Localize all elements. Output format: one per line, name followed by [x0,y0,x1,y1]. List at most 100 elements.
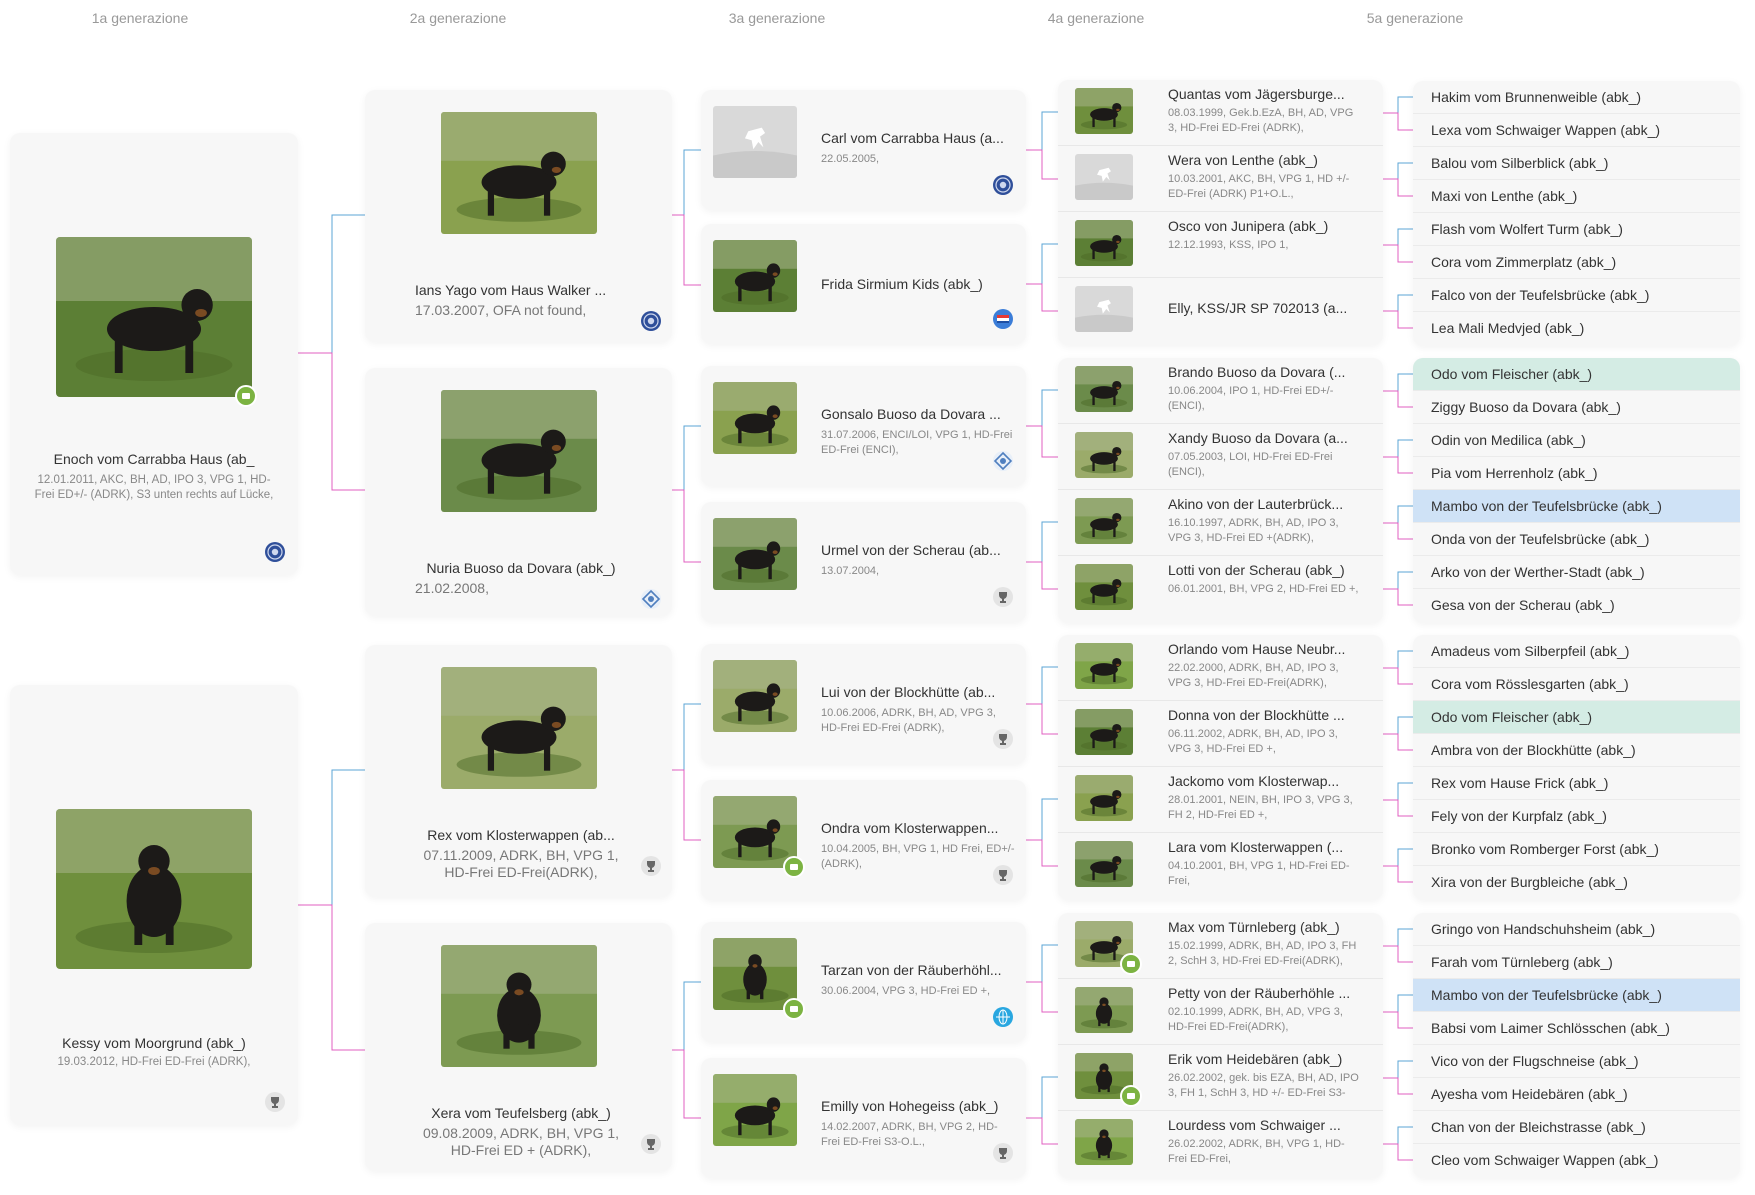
dog-row-gen4[interactable]: Erik vom Heidebären (abk_) 26.02.2002, ge… [1058,1045,1383,1111]
dog-photo[interactable] [1075,564,1133,610]
flag-icon[interactable] [992,308,1014,330]
dog-photo[interactable] [713,660,797,732]
dog-photo[interactable] [1075,775,1133,821]
dog-photo[interactable] [1075,643,1133,689]
dog-row-gen5[interactable]: Babsi vom Laimer Schlösschen (abk_) [1413,1012,1740,1045]
dog-row-gen5[interactable]: Lea Mali Medvjed (abk_) [1413,312,1740,345]
dog-row-gen5[interactable]: Vico von der Flugschneise (abk_) [1413,1045,1740,1078]
dog-photo[interactable] [713,382,797,454]
dog-row-gen5[interactable]: Lexa vom Schwaiger Wappen (abk_) [1413,114,1740,147]
dog-photo[interactable] [1075,286,1133,332]
dog-row-gen4[interactable]: Orlando vom Hause Neubr... 22.02.2000, AD… [1058,635,1383,701]
dog-photo[interactable] [1075,366,1133,412]
dog-row-gen4[interactable]: Elly, KSS/JR SP 702013 (a... [1058,278,1383,344]
dog-card-gen3[interactable]: Lui von der Blockhütte (ab... 10.06.2006,… [701,644,1026,764]
globe-icon[interactable] [992,1006,1014,1028]
dog-row-gen5[interactable]: Falco von der Teufelsbrücke (abk_) [1413,279,1740,312]
dog-photo[interactable] [713,796,797,868]
dog-photo[interactable] [713,1074,797,1146]
video-icon[interactable] [783,856,805,878]
dog-row-gen4[interactable]: Petty von der Räuberhöhle ... 02.10.1999,… [1058,979,1383,1045]
dog-row-gen4[interactable]: Jackomo vom Klosterwap... 28.01.2001, NEI… [1058,767,1383,833]
dog-photo[interactable] [1075,88,1133,134]
dog-photo[interactable] [56,809,252,969]
club-blue-icon[interactable] [992,174,1014,196]
dog-photo[interactable] [1075,498,1133,544]
dog-row-gen5[interactable]: Gringo von Handschuhsheim (abk_) [1413,913,1740,946]
trophy-icon[interactable] [640,855,662,877]
dog-row-gen4[interactable]: Quantas vom Jägersburge... 08.03.1999, Ge… [1058,80,1383,146]
dog-photo[interactable] [1075,220,1133,266]
dog-row-gen5[interactable]: Farah vom Türnleberg (abk_) [1413,946,1740,979]
dog-photo[interactable] [441,112,597,234]
dog-photo[interactable] [713,240,797,312]
dog-row-gen4[interactable]: Max vom Türnleberg (abk_) 15.02.1999, ADR… [1058,913,1383,979]
dog-photo[interactable] [713,106,797,178]
dog-row-gen5[interactable]: Cora vom Zimmerplatz (abk_) [1413,246,1740,279]
dog-card-gen3[interactable]: Ondra vom Klosterwappen... 10.04.2005, BH… [701,780,1026,900]
dog-photo[interactable] [713,518,797,590]
dog-card-gen3[interactable]: Gonsalo Buoso da Dovara ... 31.07.2006, E… [701,366,1026,486]
dog-photo[interactable] [56,237,252,397]
dog-row-gen5[interactable]: Ayesha vom Heidebären (abk_) [1413,1078,1740,1111]
dog-card-gen2[interactable]: Xera vom Teufelsberg (abk_) 09.08.2009, A… [365,923,672,1171]
video-icon[interactable] [1120,1085,1142,1107]
dog-row-gen5[interactable]: Ziggy Buoso da Dovara (abk_) [1413,391,1740,424]
dog-row-gen4[interactable]: Xandy Buoso da Dovara (a... 07.05.2003, L… [1058,424,1383,490]
dog-row-gen5[interactable]: Maxi von Lenthe (abk_) [1413,180,1740,213]
dog-photo[interactable] [1075,432,1133,478]
dog-row-gen5[interactable]: Odo vom Fleischer (abk_) [1413,358,1740,391]
dog-card-gen2[interactable]: Nuria Buoso da Dovara (abk_) 21.02.2008, [365,368,672,616]
dog-row-gen4[interactable]: Donna von der Blockhütte ... 06.11.2002, … [1058,701,1383,767]
dog-row-gen5[interactable]: Mambo von der Teufelsbrücke (abk_) [1413,490,1740,523]
dog-photo[interactable] [441,667,597,789]
dog-row-gen4[interactable]: Lara vom Klosterwappen (... 04.10.2001, B… [1058,833,1383,899]
video-icon[interactable] [235,385,257,407]
dog-row-gen5[interactable]: Hakim vom Brunnenweible (abk_) [1413,81,1740,114]
dog-card-gen3[interactable]: Urmel von der Scherau (ab... 13.07.2004, [701,502,1026,622]
trophy-icon[interactable] [640,1133,662,1155]
dog-card-gen2[interactable]: Rex vom Klosterwappen (ab... 07.11.2009, … [365,645,672,897]
video-icon[interactable] [1120,953,1142,975]
dog-card-gen3[interactable]: Tarzan von der Räuberhöhl... 30.06.2004, … [701,922,1026,1042]
dog-row-gen4[interactable]: Osco von Junipera (abk_) 12.12.1993, KSS,… [1058,212,1383,278]
trophy-icon[interactable] [992,864,1014,886]
dog-card-gen3[interactable]: Emilly von Hohegeiss (abk_) 14.02.2007, A… [701,1058,1026,1178]
dog-photo[interactable] [1075,841,1133,887]
dog-row-gen5[interactable]: Cora vom Rösslesgarten (abk_) [1413,668,1740,701]
dog-row-gen5[interactable]: Mambo von der Teufelsbrücke (abk_) [1413,979,1740,1012]
dog-card-gen3[interactable]: Carl vom Carrabba Haus (a... 22.05.2005, [701,90,1026,210]
dog-photo[interactable] [441,390,597,512]
dog-row-gen4[interactable]: Wera von Lenthe (abk_) 10.03.2001, AKC, B… [1058,146,1383,212]
dog-photo[interactable] [1075,1119,1133,1165]
dog-row-gen4[interactable]: Lotti von der Scherau (abk_) 06.01.2001, … [1058,556,1383,622]
dog-row-gen4[interactable]: Akino von der Lauterbrück... 16.10.1997, … [1058,490,1383,556]
video-icon[interactable] [783,998,805,1020]
diamond-icon[interactable] [992,450,1014,472]
dog-card-gen1[interactable]: Kessy vom Moorgrund (abk_) 19.03.2012, HD… [10,685,298,1125]
dog-card-gen3[interactable]: Frida Sirmium Kids (abk_) [701,224,1026,344]
dog-row-gen5[interactable]: Onda von der Teufelsbrücke (abk_) [1413,523,1740,556]
trophy-icon[interactable] [992,1142,1014,1164]
dog-row-gen5[interactable]: Arko von der Werther-Stadt (abk_) [1413,556,1740,589]
dog-photo[interactable] [441,945,597,1067]
dog-row-gen4[interactable]: Brando Buoso da Dovara (... 10.06.2004, I… [1058,358,1383,424]
dog-row-gen4[interactable]: Lourdess vom Schwaiger ... 26.02.2002, AD… [1058,1111,1383,1177]
trophy-icon[interactable] [992,586,1014,608]
dog-row-gen5[interactable]: Balou vom Silberblick (abk_) [1413,147,1740,180]
dog-photo[interactable] [1075,154,1133,200]
dog-row-gen5[interactable]: Gesa von der Scherau (abk_) [1413,589,1740,622]
dog-row-gen5[interactable]: Rex vom Hause Frick (abk_) [1413,767,1740,800]
dog-card-gen2[interactable]: Ians Yago vom Haus Walker ... 17.03.2007,… [365,90,672,342]
trophy-icon[interactable] [992,728,1014,750]
dog-photo[interactable] [1075,709,1133,755]
dog-row-gen5[interactable]: Odin von Medilica (abk_) [1413,424,1740,457]
dog-photo[interactable] [1075,987,1133,1033]
dog-row-gen5[interactable]: Odo vom Fleischer (abk_) [1413,701,1740,734]
club-blue-icon[interactable] [640,310,662,332]
dog-photo[interactable] [713,938,797,1010]
dog-row-gen5[interactable]: Amadeus vom Silberpfeil (abk_) [1413,635,1740,668]
trophy-icon[interactable] [264,1091,286,1113]
dog-row-gen5[interactable]: Flash vom Wolfert Turm (abk_) [1413,213,1740,246]
club-blue-icon[interactable] [264,541,286,563]
